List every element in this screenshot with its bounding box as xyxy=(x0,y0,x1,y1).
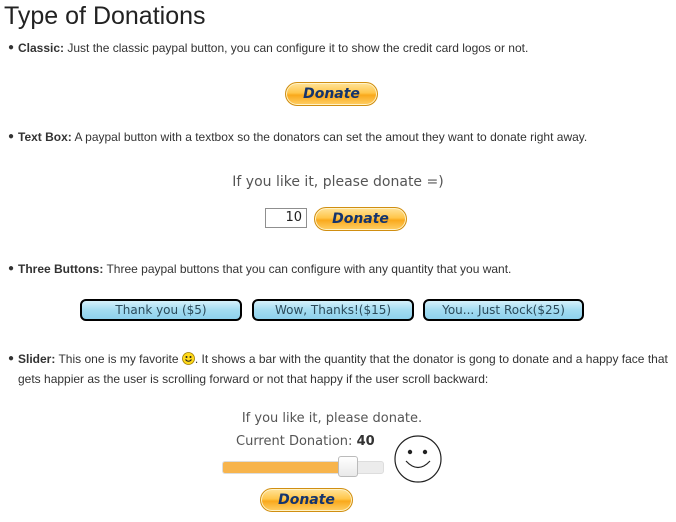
current-donation-value: 40 xyxy=(356,434,375,449)
donation-slider-fill xyxy=(223,462,351,473)
bullet-icon: ● xyxy=(8,263,15,274)
textbox-description: A paypal button with a textbox so the do… xyxy=(71,130,588,144)
happy-face-icon xyxy=(394,435,442,483)
slider-item: ● Slider: This one is my favorite . It s… xyxy=(8,349,668,389)
current-donation-label: Current Donation: xyxy=(236,434,353,449)
donation-slider-handle[interactable] xyxy=(338,456,358,477)
slider-prompt: If you like it, please donate. xyxy=(241,411,423,426)
slider-label: Slider: xyxy=(18,352,56,366)
bullet-icon: ● xyxy=(8,353,15,364)
slider-description-start: This one is my favorite xyxy=(55,352,182,366)
classic-label: Classic: xyxy=(18,41,65,55)
donation-slider-track[interactable] xyxy=(222,461,384,474)
classic-donate-button[interactable]: Donate xyxy=(285,82,378,106)
current-donation: Current Donation: 40 xyxy=(236,434,375,449)
textbox-prompt: If you like it, please donate =) xyxy=(232,174,444,190)
textbox-donate-button[interactable]: Donate xyxy=(314,207,407,231)
three-buttons-label: Three Buttons: xyxy=(18,262,104,276)
classic-description: Just the classic paypal button, you can … xyxy=(64,41,529,55)
three-buttons-item: ● Three Buttons: Three paypal buttons th… xyxy=(8,259,668,279)
donate-15-button[interactable]: Wow, Thanks!($15) xyxy=(252,299,414,321)
donate-5-button[interactable]: Thank you ($5) xyxy=(80,299,242,321)
three-buttons-description: Three paypal buttons that you can config… xyxy=(103,262,512,276)
textbox-label: Text Box: xyxy=(18,130,72,144)
donation-amount-input[interactable]: 10 xyxy=(265,208,307,228)
smiley-icon xyxy=(181,352,195,365)
page-title: Type of Donations xyxy=(4,2,206,30)
textbox-item: ● Text Box: A paypal button with a textb… xyxy=(8,127,668,147)
classic-item: ● Classic: Just the classic paypal butto… xyxy=(8,38,668,58)
donate-25-button[interactable]: You... Just Rock($25) xyxy=(423,299,584,321)
bullet-icon: ● xyxy=(8,42,15,53)
slider-donate-button[interactable]: Donate xyxy=(260,488,353,512)
bullet-icon: ● xyxy=(8,131,15,142)
